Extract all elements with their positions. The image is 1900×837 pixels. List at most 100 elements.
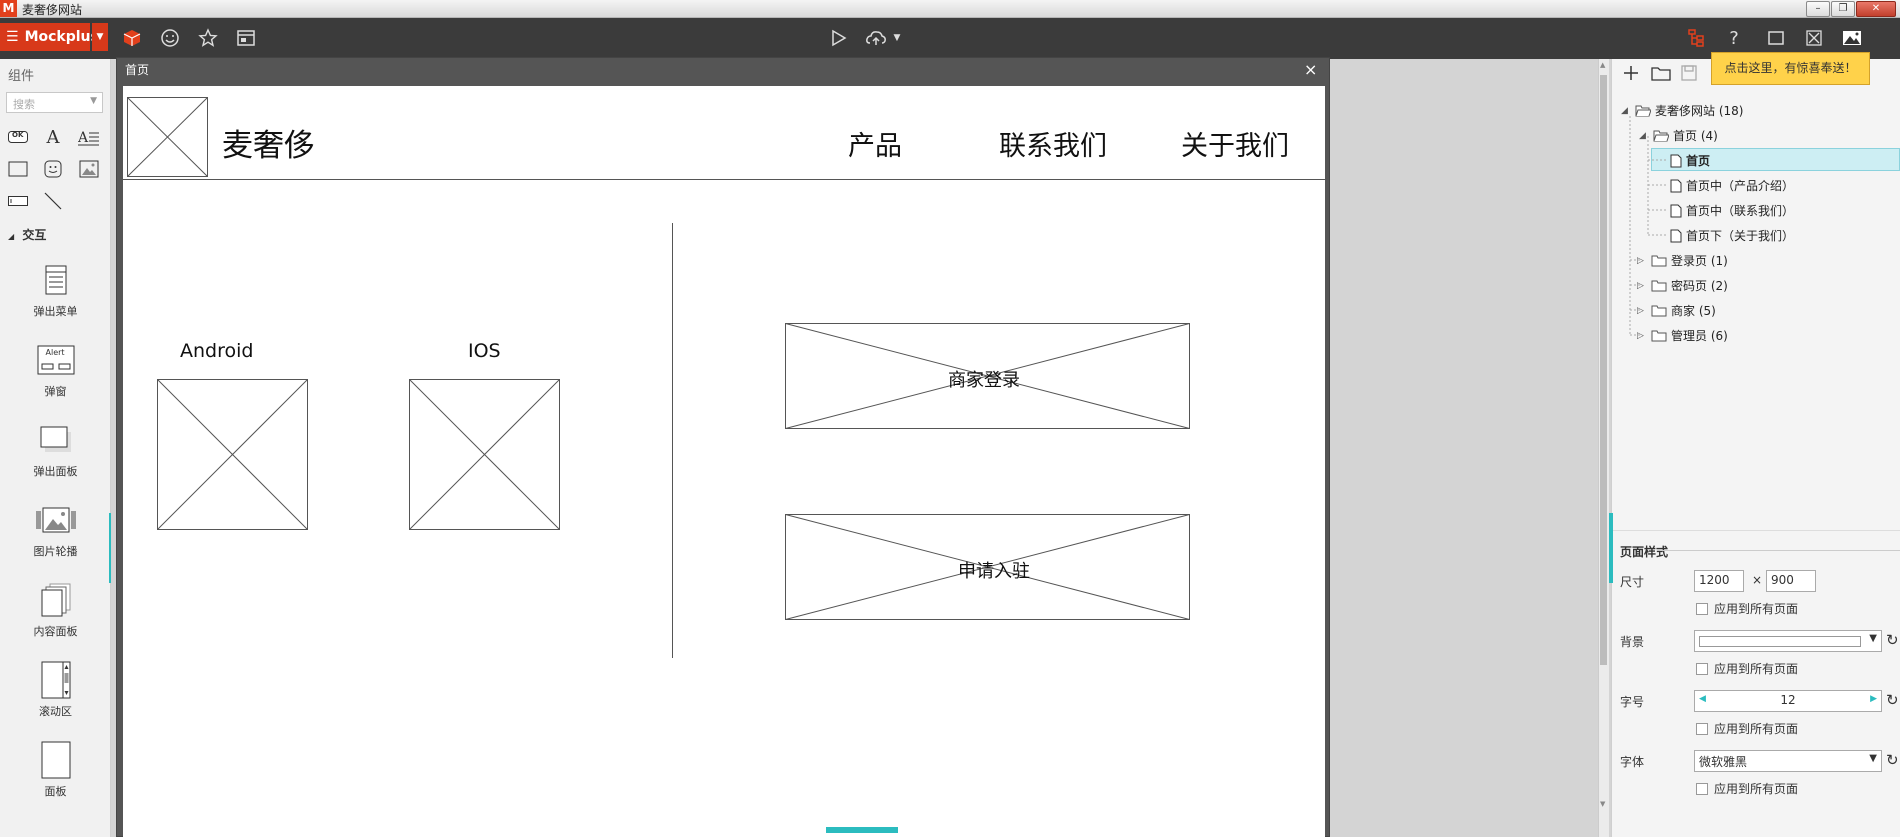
reset-background-icon[interactable]: ↻: [1886, 631, 1899, 649]
cube-icon[interactable]: [120, 26, 144, 50]
canvas-horizontal-scroll-thumb[interactable]: [826, 827, 898, 833]
brand-menu-button[interactable]: ☰ Mockplus: [0, 23, 99, 51]
brand-dropdown-button[interactable]: ▼: [92, 23, 108, 51]
popup-menu-widget[interactable]: 弹出菜单: [0, 260, 111, 319]
button-widget-icon[interactable]: OK: [7, 126, 29, 148]
tree-node-folder[interactable]: ▷ 商家 (5): [1637, 302, 1716, 319]
scroll-down-icon[interactable]: ▼: [1600, 800, 1605, 808]
ios-qr-placeholder[interactable]: [409, 379, 560, 530]
folder-open-icon: [1653, 130, 1669, 142]
tree-node-folder[interactable]: ▷ 管理员 (6): [1637, 327, 1728, 344]
popup-menu-icon: [36, 260, 76, 300]
nav-product[interactable]: 产品: [848, 124, 902, 163]
help-icon[interactable]: ?: [1722, 26, 1746, 50]
dropdown-arrow-icon[interactable]: ▼: [1869, 633, 1877, 644]
promo-tip[interactable]: 点击这里，有惊喜奉送！: [1711, 52, 1870, 85]
fullscreen-icon[interactable]: [1802, 26, 1826, 50]
add-page-icon[interactable]: [1622, 64, 1640, 82]
minimize-button[interactable]: –: [1806, 1, 1830, 17]
text-widget-icon[interactable]: A: [42, 126, 64, 148]
android-label[interactable]: Android: [180, 340, 253, 362]
panel-widget[interactable]: 面板: [0, 740, 111, 799]
emoji-icon[interactable]: [158, 26, 182, 50]
ok-label: OK: [12, 131, 24, 139]
font-family-select[interactable]: 微软雅黑 ▼: [1694, 750, 1882, 772]
alert-widget[interactable]: Alert 弹窗: [0, 340, 111, 399]
nav-contact[interactable]: 联系我们: [999, 124, 1107, 163]
content-panel-widget[interactable]: 内容面板: [0, 580, 111, 639]
close-window-button[interactable]: ✕: [1856, 1, 1896, 17]
collapsed-triangle-icon[interactable]: ▷: [1637, 281, 1647, 291]
collapsed-triangle-icon[interactable]: ▷: [1637, 306, 1647, 316]
decrease-arrow-icon[interactable]: ◀: [1699, 694, 1706, 704]
scroll-up-icon[interactable]: ▲: [1600, 61, 1605, 69]
template-icon[interactable]: [234, 26, 258, 50]
apply-font-all-checkbox[interactable]: 应用到所有页面: [1696, 780, 1798, 797]
image-widget-icon[interactable]: [78, 158, 100, 180]
increase-arrow-icon[interactable]: ▶: [1870, 694, 1877, 704]
logo-placeholder-image[interactable]: [127, 97, 208, 177]
line-widget-icon[interactable]: [42, 190, 64, 212]
checkbox[interactable]: [1696, 722, 1708, 735]
input-widget-icon[interactable]: [7, 190, 29, 212]
tree-node-home-page[interactable]: 首页: [1670, 152, 1710, 169]
carousel-widget[interactable]: 图片轮播: [0, 500, 111, 559]
image-icon[interactable]: [1840, 26, 1864, 50]
checkbox-label: 应用到所有页面: [1714, 662, 1799, 676]
apply-size-all-checkbox[interactable]: 应用到所有页面: [1696, 600, 1798, 617]
interaction-section-header[interactable]: ◢ 交互: [8, 226, 46, 243]
sitemap-icon[interactable]: [1684, 26, 1708, 50]
apply-join-label[interactable]: 申请入驻: [958, 557, 1030, 583]
checkbox[interactable]: [1696, 662, 1708, 675]
android-qr-placeholder[interactable]: [157, 379, 308, 530]
checkbox[interactable]: [1696, 602, 1708, 615]
tree-node-folder[interactable]: ▷ 密码页 (2): [1637, 277, 1728, 294]
add-folder-icon[interactable]: [1651, 65, 1671, 81]
collapsed-triangle-icon[interactable]: ▷: [1637, 331, 1647, 341]
tree-node-page[interactable]: 首页中（联系我们）: [1670, 202, 1794, 219]
tree-node-folder[interactable]: ▷ 登录页 (1): [1637, 252, 1728, 269]
popup-panel-icon: [36, 420, 76, 460]
play-icon[interactable]: [826, 26, 850, 50]
font-size-stepper[interactable]: ◀ 12 ▶: [1694, 690, 1882, 712]
ios-label[interactable]: IOS: [468, 340, 501, 362]
save-icon[interactable]: [1680, 64, 1698, 82]
star-icon[interactable]: [196, 26, 220, 50]
tree-label: 麦奢侈网站 (18): [1655, 104, 1744, 118]
tree-node-page[interactable]: 首页下（关于我们）: [1670, 227, 1794, 244]
upload-dropdown-icon[interactable]: ▼: [890, 26, 904, 50]
collapsed-triangle-icon[interactable]: ▷: [1637, 256, 1647, 266]
popup-panel-widget[interactable]: 弹出面板: [0, 420, 111, 479]
reset-font-icon[interactable]: ↻: [1886, 751, 1899, 769]
height-input[interactable]: 900: [1766, 570, 1816, 592]
reset-font-size-icon[interactable]: ↻: [1886, 691, 1899, 709]
tree-node-page[interactable]: 首页中（产品介绍）: [1670, 177, 1794, 194]
restore-button[interactable]: ❐: [1831, 1, 1855, 17]
props-section-title: 页面样式: [1620, 545, 1669, 559]
background-color-select[interactable]: ▼: [1694, 630, 1882, 652]
apply-font-size-all-checkbox[interactable]: 应用到所有页面: [1696, 720, 1798, 737]
tree-node-home-folder[interactable]: ◢ 首页 (4): [1639, 127, 1718, 144]
merchant-login-label[interactable]: 商家登录: [948, 366, 1020, 392]
panel-separator: [1611, 530, 1900, 531]
canvas-scroll-thumb[interactable]: [1600, 75, 1607, 665]
site-logo-text[interactable]: 麦奢侈: [222, 120, 315, 165]
dropdown-arrow-icon[interactable]: ▼: [1869, 753, 1877, 764]
width-input[interactable]: 1200: [1694, 570, 1744, 592]
frame-icon[interactable]: [1764, 26, 1788, 50]
emoji-widget-icon[interactable]: [42, 158, 64, 180]
search-dropdown-icon[interactable]: ▼: [90, 96, 97, 106]
expanded-triangle-icon[interactable]: ◢: [1639, 131, 1649, 141]
expanded-triangle-icon[interactable]: ◢: [1621, 106, 1631, 116]
cloud-upload-icon[interactable]: [864, 26, 888, 50]
close-page-button[interactable]: ×: [1304, 60, 1317, 79]
right-panel-scroll-indicator[interactable]: [1609, 513, 1613, 583]
apply-bg-all-checkbox[interactable]: 应用到所有页面: [1696, 660, 1798, 677]
tree-node-site[interactable]: ◢ 麦奢侈网站 (18): [1621, 102, 1743, 119]
paragraph-widget-icon[interactable]: A: [78, 126, 100, 148]
component-search-input[interactable]: 搜索 ▼: [6, 92, 103, 113]
scroll-area-widget[interactable]: 滚动区: [0, 660, 111, 719]
rectangle-widget-icon[interactable]: [7, 158, 29, 180]
nav-about[interactable]: 关于我们: [1181, 124, 1289, 163]
checkbox[interactable]: [1696, 782, 1708, 795]
